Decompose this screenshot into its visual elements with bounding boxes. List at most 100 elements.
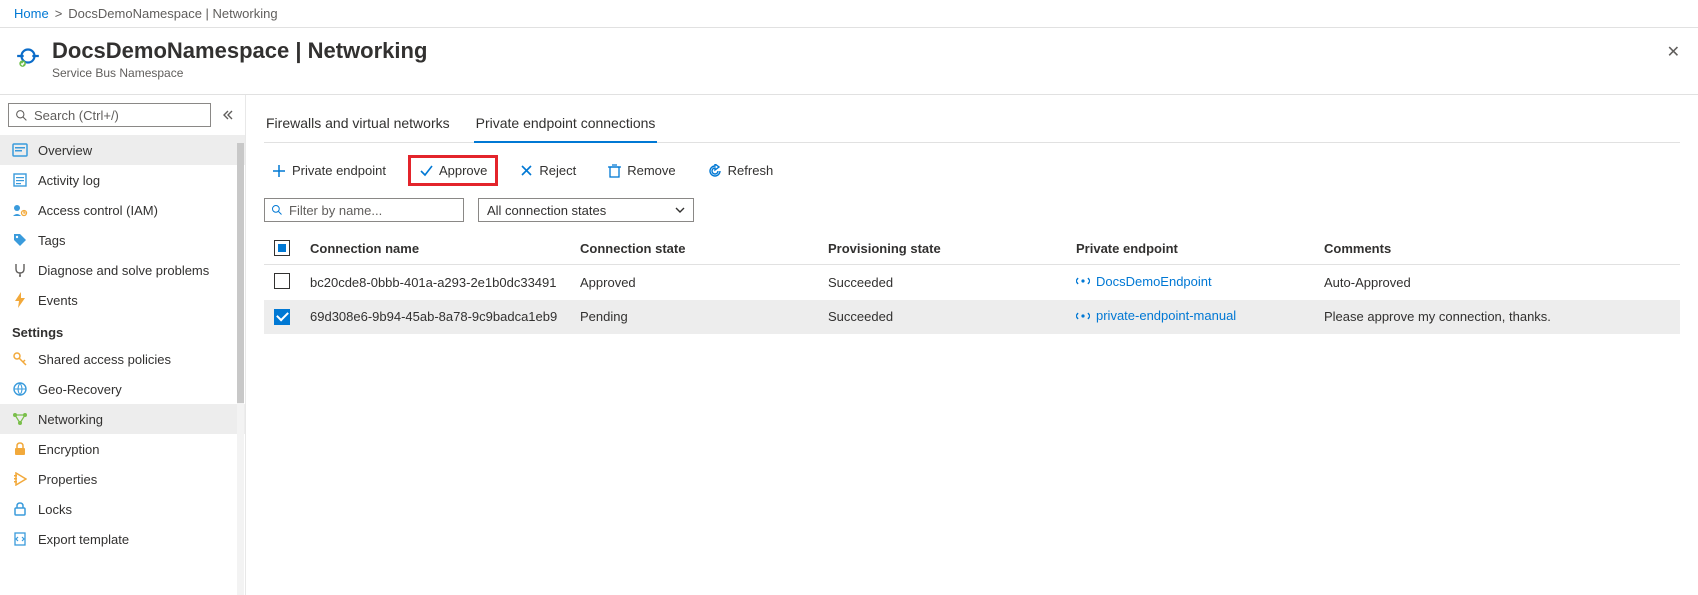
search-placeholder: Search (Ctrl+/): [34, 108, 119, 123]
page-title: DocsDemoNamespace | Networking: [52, 38, 427, 64]
sidebar-item-encryption[interactable]: Encryption: [0, 434, 245, 464]
tags-icon: [12, 232, 28, 248]
sidebar-item-label: Diagnose and solve problems: [38, 263, 209, 278]
sidebar-item-locks[interactable]: Locks: [0, 494, 245, 524]
lock-icon: [12, 441, 28, 457]
collapse-sidebar-icon[interactable]: [217, 104, 237, 126]
properties-icon: [12, 471, 28, 487]
close-icon[interactable]: ✕: [1663, 38, 1684, 66]
sidebar-item-access-control[interactable]: Access control (IAM): [0, 195, 245, 225]
toolbar-label: Private endpoint: [292, 163, 386, 178]
cell-connection-name: 69d308e6-9b94-45ab-8a78-9c9badca1eb9: [300, 300, 570, 334]
private-endpoint-link[interactable]: DocsDemoEndpoint: [1076, 274, 1212, 289]
sidebar-item-label: Events: [38, 293, 78, 308]
networking-icon: [12, 411, 28, 427]
col-provisioning-state[interactable]: Provisioning state: [818, 232, 1066, 265]
sidebar-item-properties[interactable]: Properties: [0, 464, 245, 494]
endpoint-icon: [1076, 274, 1090, 288]
row-checkbox[interactable]: [274, 309, 290, 325]
cell-provisioning-state: Succeeded: [818, 265, 1066, 301]
geo-recovery-icon: [12, 381, 28, 397]
endpoint-link-text: DocsDemoEndpoint: [1096, 274, 1212, 289]
sidebar-item-label: Overview: [38, 143, 92, 158]
select-all-checkbox[interactable]: [274, 240, 290, 256]
cell-comments: Please approve my connection, thanks.: [1314, 300, 1680, 334]
sidebar-item-diagnose[interactable]: Diagnose and solve problems: [0, 255, 245, 285]
check-icon: [419, 164, 433, 178]
locks-icon: [12, 501, 28, 517]
toolbar: Private endpoint Approve Reject Remove R…: [264, 157, 1680, 184]
breadcrumb-separator-icon: >: [55, 6, 63, 21]
breadcrumb-home[interactable]: Home: [14, 6, 49, 21]
sidebar-item-shared-access[interactable]: Shared access policies: [0, 344, 245, 374]
trash-icon: [608, 164, 621, 178]
page-subtitle: Service Bus Namespace: [52, 66, 427, 80]
sidebar-item-networking[interactable]: Networking: [0, 404, 245, 434]
sidebar-section-settings: Settings: [0, 315, 245, 344]
chevron-down-icon: [675, 205, 685, 215]
breadcrumb: Home > DocsDemoNamespace | Networking: [0, 0, 1698, 28]
refresh-icon: [708, 164, 722, 178]
cell-connection-state: Approved: [570, 265, 818, 301]
tab-private-endpoint[interactable]: Private endpoint connections: [474, 109, 658, 143]
events-icon: [12, 292, 28, 308]
breadcrumb-current: DocsDemoNamespace | Networking: [68, 6, 277, 21]
row-checkbox[interactable]: [274, 273, 290, 289]
state-select-value: All connection states: [487, 203, 606, 218]
remove-button[interactable]: Remove: [600, 158, 683, 183]
sidebar-item-label: Export template: [38, 532, 129, 547]
connections-table: Connection name Connection state Provisi…: [264, 232, 1680, 334]
sidebar-item-label: Access control (IAM): [38, 203, 158, 218]
sidebar-item-label: Networking: [38, 412, 103, 427]
cell-comments: Auto-Approved: [1314, 265, 1680, 301]
page-header: DocsDemoNamespace | Networking Service B…: [0, 28, 1698, 95]
sidebar-item-activity-log[interactable]: Activity log: [0, 165, 245, 195]
filter-placeholder: Filter by name...: [289, 203, 382, 218]
sidebar-item-label: Geo-Recovery: [38, 382, 122, 397]
tab-firewalls[interactable]: Firewalls and virtual networks: [264, 109, 452, 143]
filter-name-input[interactable]: Filter by name...: [264, 198, 464, 222]
col-comments[interactable]: Comments: [1314, 232, 1680, 265]
sidebar-item-geo-recovery[interactable]: Geo-Recovery: [0, 374, 245, 404]
sidebar-item-events[interactable]: Events: [0, 285, 245, 315]
state-select[interactable]: All connection states: [478, 198, 694, 222]
x-icon: [520, 164, 533, 177]
search-input[interactable]: Search (Ctrl+/): [8, 103, 211, 127]
private-endpoint-link[interactable]: private-endpoint-manual: [1076, 308, 1236, 323]
refresh-button[interactable]: Refresh: [700, 158, 782, 183]
toolbar-label: Reject: [539, 163, 576, 178]
sidebar-item-tags[interactable]: Tags: [0, 225, 245, 255]
sidebar-item-label: Tags: [38, 233, 65, 248]
col-connection-name[interactable]: Connection name: [300, 232, 570, 265]
sidebar-scrollbar[interactable]: [237, 143, 244, 595]
table-row[interactable]: bc20cde8-0bbb-401a-a293-2e1b0dc33491 App…: [264, 265, 1680, 301]
main-content: Firewalls and virtual networks Private e…: [246, 95, 1698, 595]
plus-icon: [272, 164, 286, 178]
private-endpoint-button[interactable]: Private endpoint: [264, 158, 394, 183]
sidebar-item-label: Properties: [38, 472, 97, 487]
sidebar-item-label: Activity log: [38, 173, 100, 188]
toolbar-label: Remove: [627, 163, 675, 178]
namespace-icon: [14, 42, 42, 70]
toolbar-label: Refresh: [728, 163, 774, 178]
toolbar-label: Approve: [439, 163, 487, 178]
sidebar-item-export-template[interactable]: Export template: [0, 524, 245, 554]
approve-button[interactable]: Approve: [410, 157, 496, 184]
sidebar-item-overview[interactable]: Overview: [0, 135, 245, 165]
col-private-endpoint[interactable]: Private endpoint: [1066, 232, 1314, 265]
sidebar-item-label: Shared access policies: [38, 352, 171, 367]
overview-icon: [12, 142, 28, 158]
reject-button[interactable]: Reject: [512, 158, 584, 183]
cell-connection-name: bc20cde8-0bbb-401a-a293-2e1b0dc33491: [300, 265, 570, 301]
activity-log-icon: [12, 172, 28, 188]
diagnose-icon: [12, 262, 28, 278]
access-control-icon: [12, 202, 28, 218]
search-icon: [271, 204, 283, 216]
col-connection-state[interactable]: Connection state: [570, 232, 818, 265]
table-row[interactable]: 69d308e6-9b94-45ab-8a78-9c9badca1eb9 Pen…: [264, 300, 1680, 334]
cell-provisioning-state: Succeeded: [818, 300, 1066, 334]
search-icon: [15, 109, 28, 122]
endpoint-link-text: private-endpoint-manual: [1096, 308, 1236, 323]
key-icon: [12, 351, 28, 367]
sidebar-item-label: Locks: [38, 502, 72, 517]
